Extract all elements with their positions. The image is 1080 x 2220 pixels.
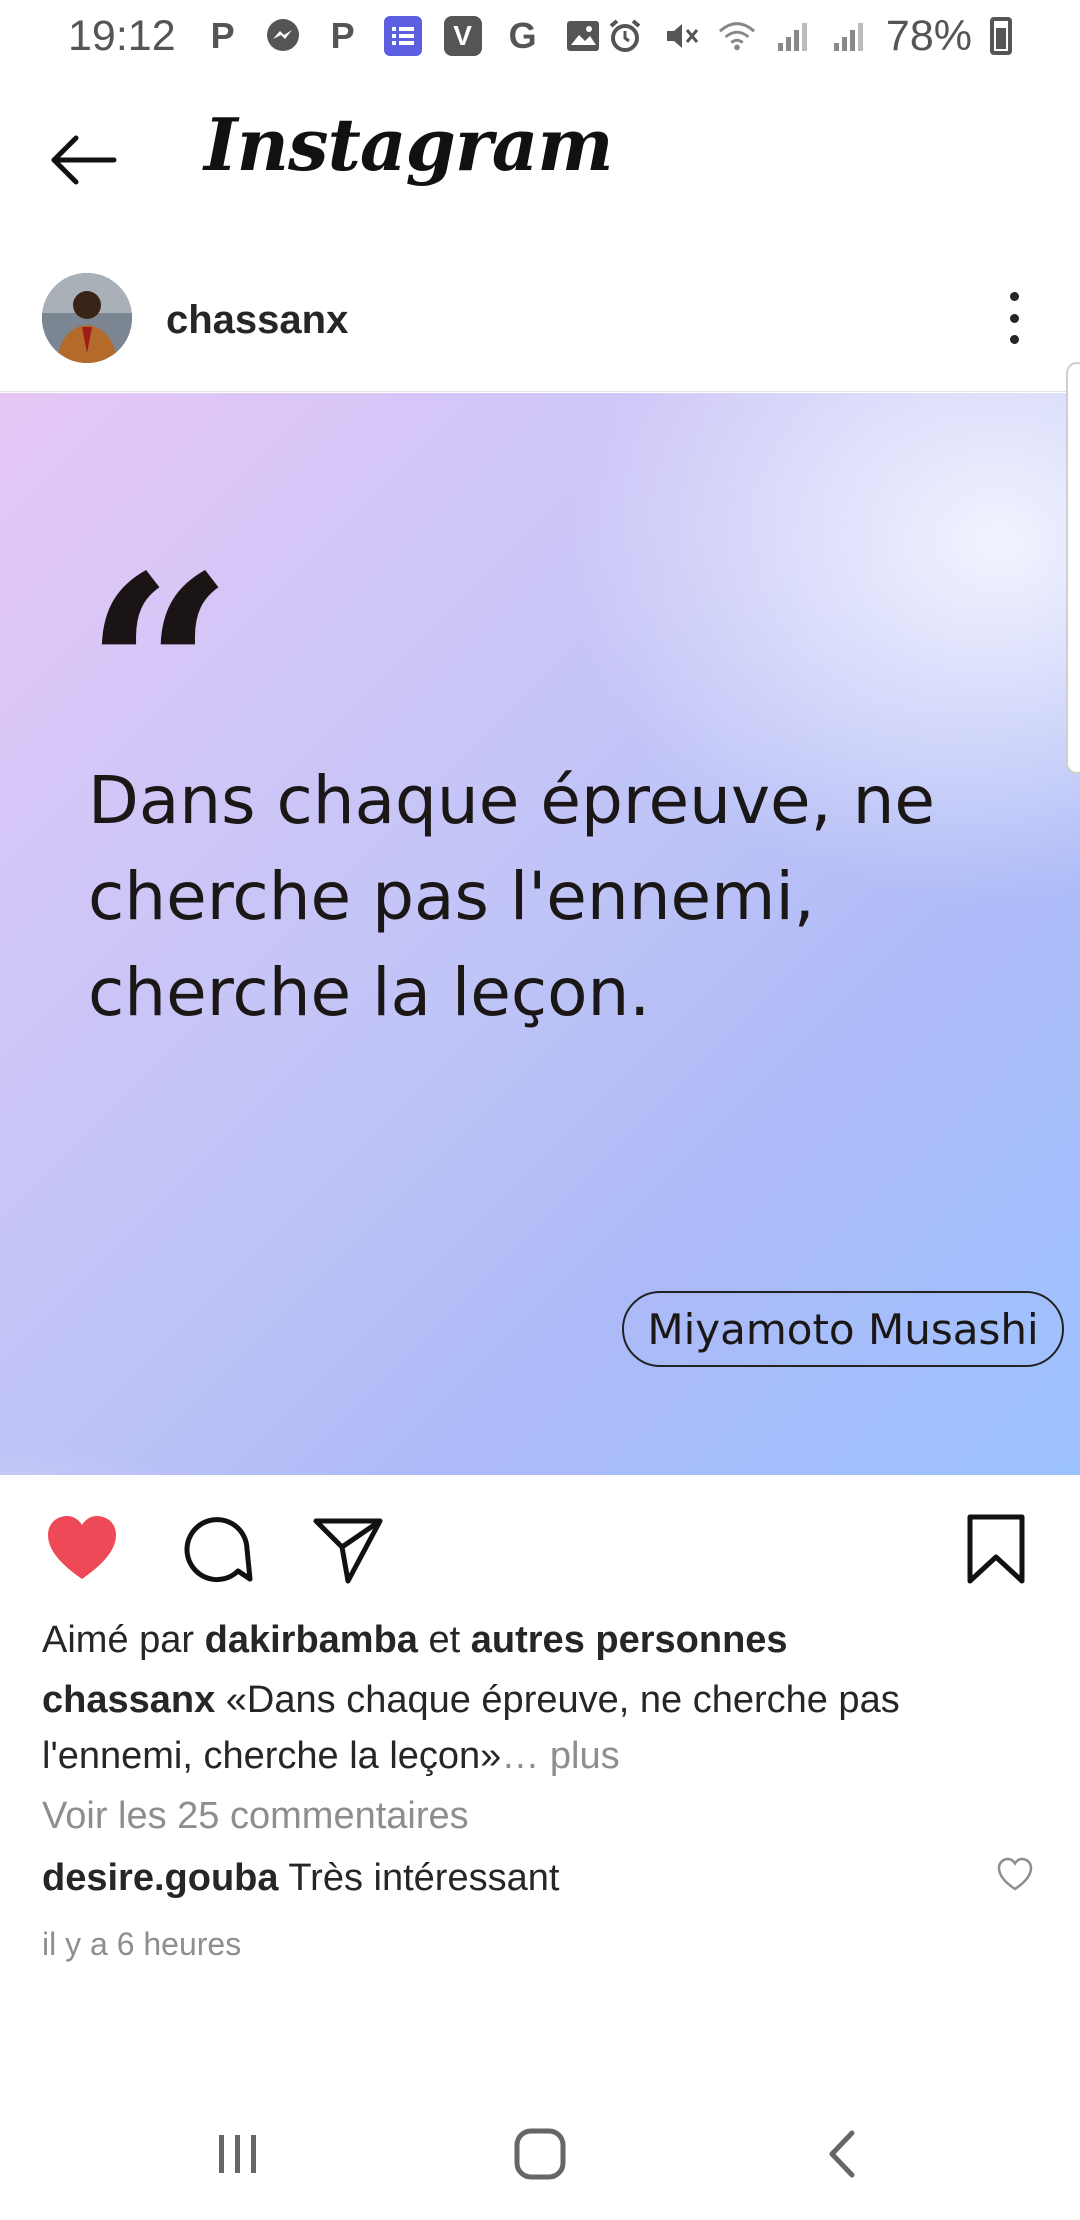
save-button[interactable] — [958, 1511, 1034, 1587]
likes-connector: et — [428, 1619, 461, 1661]
post-timestamp: il y a 6 heures — [42, 1926, 242, 1962]
like-button[interactable] — [44, 1511, 120, 1587]
dot-icon — [1009, 335, 1019, 344]
v-app-icon: V — [443, 16, 482, 56]
mute-icon — [662, 16, 700, 56]
post-details: Aimé par dakirbamba et autres personnes … — [42, 1612, 1042, 1972]
caption-username[interactable]: chassanx — [42, 1679, 215, 1721]
google-icon: G — [508, 15, 537, 56]
caption: chassanx «Dans chaque épreuve, ne cherch… — [42, 1672, 1042, 1784]
likes-prefix: Aimé par — [42, 1619, 195, 1661]
likes-user[interactable]: dakirbamba — [205, 1619, 418, 1661]
post-username[interactable]: chassanx — [166, 298, 348, 343]
status-bar: 19:12 P P V G 78% — [0, 0, 1080, 72]
system-icons: 78% — [606, 12, 1012, 61]
share-button[interactable] — [310, 1511, 386, 1587]
arrow-left-icon — [51, 135, 117, 185]
send-icon — [313, 1518, 383, 1584]
p-app-icon: P — [330, 15, 355, 56]
edge-panel-handle[interactable] — [1066, 362, 1080, 774]
post-actions — [0, 1475, 1080, 1615]
tasks-icon — [383, 16, 422, 56]
comment-button[interactable] — [180, 1511, 256, 1587]
more-options-button[interactable] — [996, 288, 1032, 348]
battery-icon — [990, 17, 1012, 55]
back-button[interactable] — [48, 132, 120, 188]
avatar[interactable] — [42, 273, 132, 363]
view-comments-link[interactable]: Voir les 25 commentaires — [42, 1788, 1042, 1844]
comment-text: Très intéressant — [288, 1857, 560, 1899]
likes-summary[interactable]: Aimé par dakirbamba et autres personnes — [42, 1612, 1042, 1672]
app-header: Instagram — [0, 72, 1080, 242]
heart-outline-icon — [997, 1857, 1033, 1891]
caption-more-link[interactable]: … plus — [501, 1735, 619, 1777]
signal-icon — [830, 16, 868, 56]
quote-text: Dans chaque épreuve, ne cherche pas l'en… — [88, 762, 936, 1031]
notification-icons: P P V G — [204, 15, 602, 56]
battery-percent: 78% — [885, 11, 972, 60]
p-app-icon: P — [210, 15, 235, 56]
instagram-logo: Instagram — [204, 102, 614, 187]
bookmark-icon — [967, 1514, 1025, 1584]
heart-filled-icon — [48, 1516, 116, 1579]
recents-icon — [219, 2135, 256, 2173]
post-header: chassanx — [0, 258, 1080, 392]
wifi-icon — [718, 16, 756, 56]
comment-username[interactable]: desire.gouba — [42, 1857, 279, 1899]
status-time: 19:12 — [68, 11, 176, 60]
author-badge: Miyamoto Musashi — [622, 1291, 1064, 1367]
alarm-icon — [606, 16, 644, 56]
home-icon — [514, 2128, 566, 2180]
recent-apps-button[interactable] — [198, 2114, 278, 2194]
comment-icon — [184, 1517, 253, 1583]
comment-row: desire.gouba Très intéressant — [42, 1850, 1042, 1906]
comment-like-button[interactable] — [996, 1856, 1034, 1894]
signal-icon — [774, 16, 812, 56]
messenger-icon — [264, 16, 302, 56]
image-icon — [564, 16, 602, 56]
post-image[interactable]: “ Dans chaque épreuve, ne cherche pas l'… — [0, 393, 1080, 1475]
back-nav-button[interactable] — [802, 2114, 882, 2194]
likes-others[interactable]: autres personnes — [471, 1619, 788, 1661]
home-button[interactable] — [500, 2114, 580, 2194]
chevron-left-icon — [829, 2130, 855, 2178]
dot-icon — [1009, 292, 1019, 301]
dot-icon — [1009, 313, 1019, 323]
system-nav-bar — [0, 2100, 1080, 2220]
